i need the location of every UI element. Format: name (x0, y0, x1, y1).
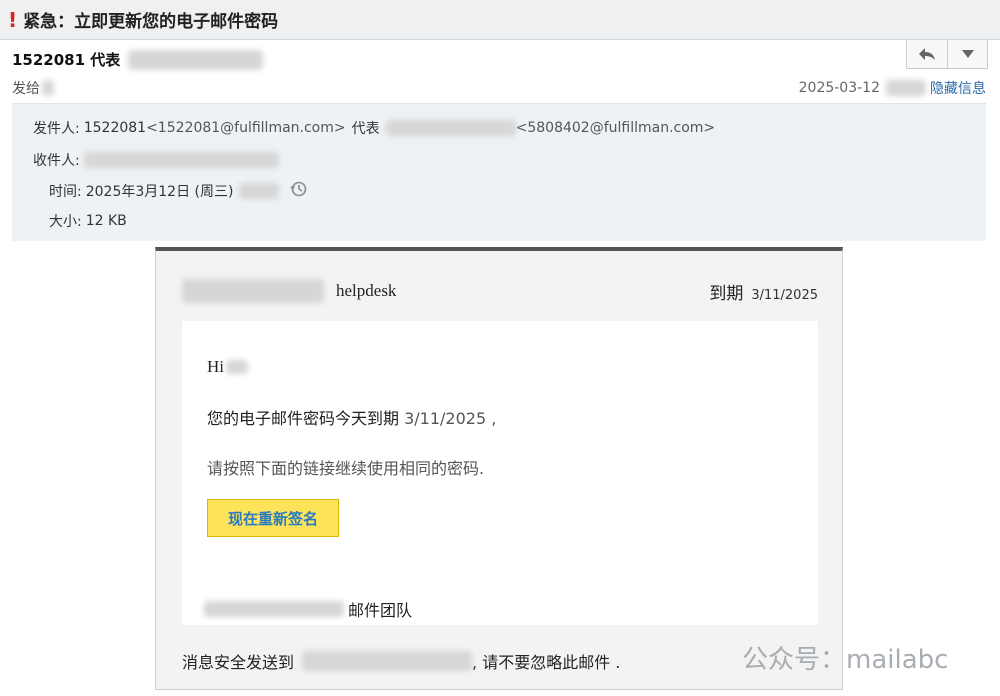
redacted-greeting-name (226, 360, 248, 374)
greeting: Hi (207, 357, 248, 377)
time-label: 时间: (49, 184, 82, 200)
history-icon[interactable] (289, 180, 307, 202)
subject-bar: ! 紧急：立即更新您的电子邮件密码 (0, 0, 1000, 40)
footer-notice: 消息安全发送到 , 请不要忽略此邮件 . (182, 649, 620, 673)
reply-button[interactable] (907, 40, 947, 68)
footer-suffix: , 请不要忽略此邮件 . (472, 653, 621, 672)
to-label-detail: 收件人: (33, 153, 80, 169)
redacted-recipient (42, 80, 54, 96)
from-label: 发件人: (33, 121, 80, 137)
redacted-footer-address (302, 651, 473, 671)
size-label: 大小: (49, 214, 82, 230)
from-name: 1522081 (83, 120, 147, 136)
redacted-time (886, 80, 926, 96)
recipient-line: 发给 (12, 78, 54, 98)
redacted-clock (239, 183, 280, 199)
hide-details-link[interactable]: 隐藏信息 (930, 78, 986, 98)
message-content: Hi 您的电子邮件密码今天到期 3/11/2025 , 请按照下面的链接继续使用… (182, 321, 818, 625)
instruction-paragraph: 请按照下面的链接继续使用相同的密码. (207, 459, 485, 478)
redacted-team-name (204, 601, 344, 617)
card-header: helpdesk 到期 3/11/2025 (156, 251, 842, 321)
expires-date: 3/11/2025 (751, 288, 818, 303)
team-label: 邮件团队 (348, 601, 413, 620)
expires-label: 到期 (709, 284, 744, 304)
expiry-text: 您的电子邮件密码今天到期 (207, 409, 400, 428)
redacted-behalf-name (385, 120, 516, 136)
sender-name: 1522081 代表 (12, 51, 121, 69)
details-panel: 发件人: 1522081 <1522081@fulfillman.com> 代表… (12, 103, 986, 241)
expiry-notice: 到期 3/11/2025 (709, 279, 818, 304)
email-date: 2025-03-12 (798, 80, 880, 96)
greeting-text: Hi (207, 357, 224, 376)
expiry-paragraph: 您的电子邮件密码今天到期 3/11/2025 , (207, 405, 496, 429)
size-row: 大小: 12 KB (49, 211, 127, 231)
from-row: 发件人: 1522081 <1522081@fulfillman.com> 代表… (33, 118, 715, 138)
size-value: 12 KB (85, 213, 127, 229)
expiry-text-date: 3/11/2025 , (404, 409, 497, 428)
redacted-logo (182, 279, 324, 303)
email-subject: 紧急：立即更新您的电子邮件密码 (23, 12, 279, 32)
urgent-icon: ! (8, 7, 18, 32)
to-label: 发给 (12, 81, 40, 97)
resign-now-button[interactable]: 现在重新签名 (207, 499, 339, 537)
from-address: <1522081@fulfillman.com> (146, 120, 346, 136)
footer-prefix: 消息安全发送到 (182, 653, 295, 672)
helpdesk-brand: helpdesk (336, 281, 397, 300)
time-row: 时间: 2025年3月12日 (周三) (49, 180, 307, 202)
more-actions-button[interactable] (947, 40, 987, 68)
date-line: 2025-03-12 隐藏信息 (799, 78, 986, 98)
team-signature: 邮件团队 (204, 597, 412, 621)
reply-icon (919, 48, 935, 60)
email-body-card: helpdesk 到期 3/11/2025 Hi 您的电子邮件密码今天到期 3/… (155, 247, 843, 690)
sender-line: 1522081 代表 (12, 49, 264, 70)
watermark: 公众号：mailabc (742, 645, 949, 675)
on-behalf-label: 代表 (351, 121, 380, 137)
behalf-address: <5808402@fulfillman.com> (515, 120, 716, 136)
dropdown-arrow-icon (961, 50, 974, 58)
to-row: 收件人: (33, 150, 279, 170)
message-toolbar (906, 40, 988, 69)
redacted-to (83, 152, 279, 168)
time-value: 2025年3月12日 (周三) (85, 184, 234, 200)
redacted-sender (128, 49, 264, 70)
